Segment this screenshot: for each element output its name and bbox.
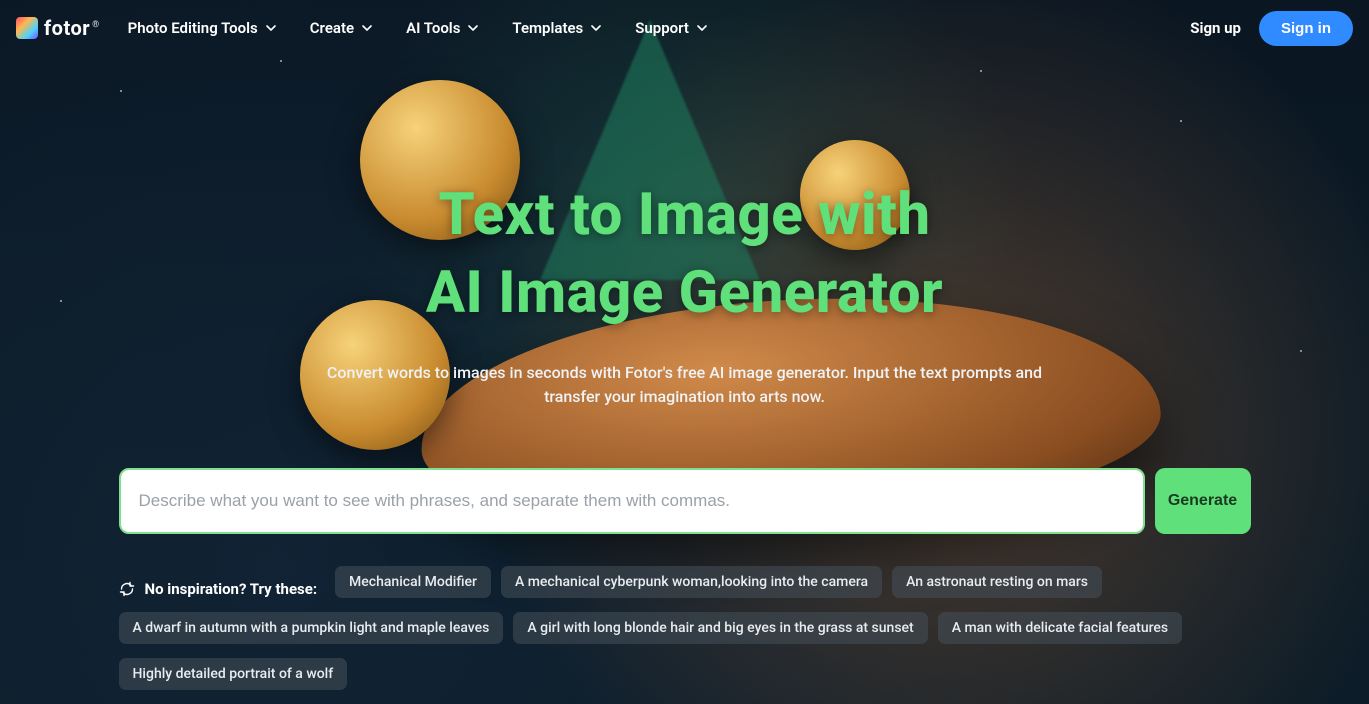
site-header: fotor® Photo Editing Tools Create AI Too… [0, 0, 1369, 56]
brand-name: fotor [44, 16, 90, 40]
inspiration-heading-text: No inspiration? Try these: [145, 580, 318, 598]
nav-photo-editing-tools[interactable]: Photo Editing Tools [128, 19, 276, 37]
nav-label: Support [635, 19, 689, 37]
inspiration-chip[interactable]: A mechanical cyberpunk woman,looking int… [501, 566, 882, 598]
inspiration-chip[interactable]: A man with delicate facial features [938, 612, 1182, 644]
prompt-row: Generate [119, 468, 1251, 534]
inspiration-chip[interactable]: Highly detailed portrait of a wolf [119, 658, 348, 690]
title-line-1: Text to Image with [438, 181, 930, 249]
nav-templates[interactable]: Templates [512, 19, 601, 37]
inspiration-chip[interactable]: Mechanical Modifier [335, 566, 491, 598]
chevron-down-icon [468, 23, 478, 33]
nav-label: Photo Editing Tools [128, 19, 258, 37]
inspiration-chip[interactable]: An astronaut resting on mars [892, 566, 1102, 598]
nav-ai-tools[interactable]: AI Tools [406, 19, 478, 37]
page-subtitle: Convert words to images in seconds with … [305, 361, 1065, 411]
chevron-down-icon [591, 23, 601, 33]
chevron-down-icon [362, 23, 372, 33]
nav-label: Create [310, 19, 354, 37]
refresh-icon[interactable] [119, 581, 135, 597]
nav-label: AI Tools [406, 19, 460, 37]
page-title: Text to Image with AI Image Generator [0, 176, 1369, 333]
logo-text: fotor® [44, 16, 100, 40]
inspiration-chip[interactable]: A girl with long blonde hair and big eye… [513, 612, 927, 644]
chevron-down-icon [697, 23, 707, 33]
inspiration-heading: No inspiration? Try these: [119, 580, 318, 598]
prompt-input[interactable] [119, 468, 1145, 534]
signin-button[interactable]: Sign in [1259, 11, 1353, 46]
title-line-2: AI Image Generator [426, 259, 943, 327]
primary-nav: Photo Editing Tools Create AI Tools Temp… [128, 19, 707, 37]
inspiration-section: No inspiration? Try these: Mechanical Mo… [119, 566, 1251, 704]
brand-reg: ® [92, 20, 100, 30]
nav-support[interactable]: Support [635, 19, 707, 37]
logo-mark-icon [16, 17, 38, 39]
logo[interactable]: fotor® [16, 16, 100, 40]
signup-link[interactable]: Sign up [1190, 19, 1241, 37]
chevron-down-icon [266, 23, 276, 33]
nav-create[interactable]: Create [310, 19, 372, 37]
hero-section: Text to Image with AI Image Generator Co… [0, 56, 1369, 704]
generate-button[interactable]: Generate [1155, 468, 1251, 534]
nav-label: Templates [512, 19, 583, 37]
inspiration-chip[interactable]: A dwarf in autumn with a pumpkin light a… [119, 612, 504, 644]
